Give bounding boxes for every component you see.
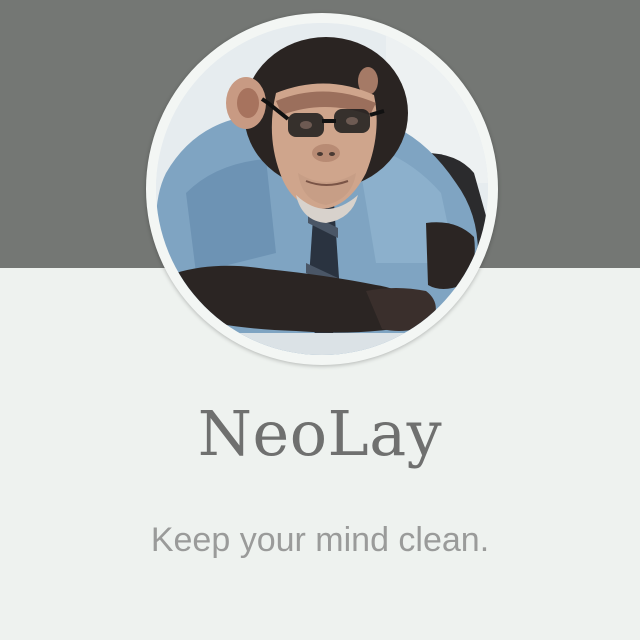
profile-name: NeoLay [197, 397, 443, 470]
profile-page: NeoLay Keep your mind clean. [0, 0, 640, 640]
profile-tagline: Keep your mind clean. [150, 521, 490, 559]
chimpanzee-avatar-icon [156, 23, 488, 355]
avatar-frame[interactable] [146, 13, 498, 365]
